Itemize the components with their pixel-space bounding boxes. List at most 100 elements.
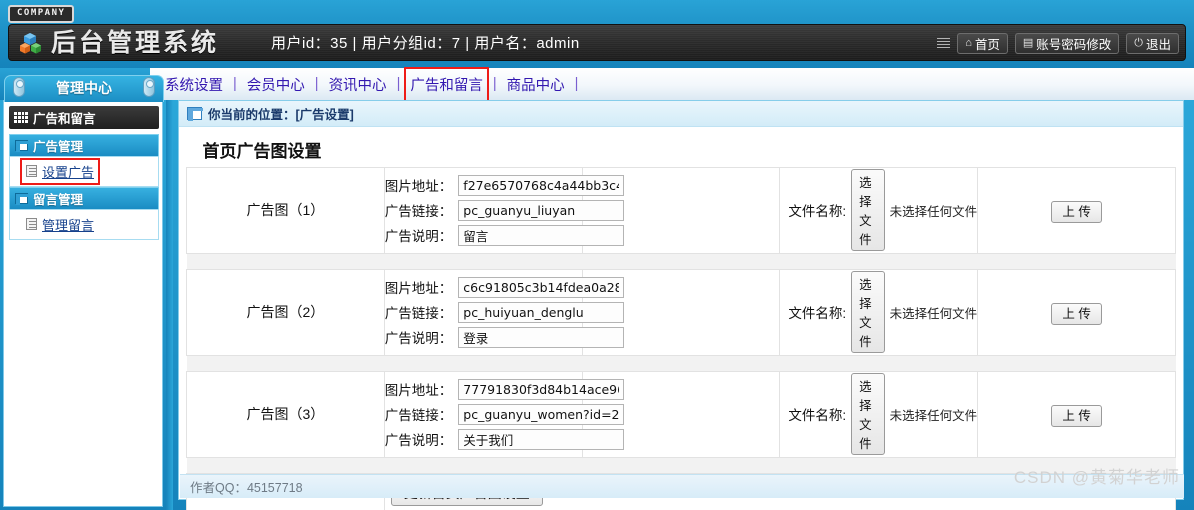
field-label: 广告链接： [384,306,453,321]
nav-items: 系统设置 | 会员中心 | 资讯中心 | 广告和留言 | 商品中心 | [150,66,587,102]
upload-cell: 文件名称: 选择文件 未选择任何文件 [779,370,979,458]
ad-row-label: 广告图（1） [186,166,385,254]
ad-desc-input[interactable] [458,224,625,246]
main-nav: 系统设置 | 会员中心 | 资讯中心 | 广告和留言 | 商品中心 | [0,66,1194,102]
home-icon: ⌂ [965,37,972,49]
ad-fields-cell: 图片地址： 广告链接： 广告说明： [383,268,625,356]
footer-text: 作者QQ：45157718 [190,481,303,495]
change-password-button[interactable]: ▤ 账号密码修改 [1014,33,1120,54]
window-icon [15,193,29,205]
nav-item-product-center[interactable]: 商品中心 [506,72,566,97]
ad-desc-input[interactable] [458,326,625,348]
filename-label: 文件名称: [788,204,847,219]
vertical-divider [166,100,173,510]
ad-link-input[interactable] [458,403,625,425]
page-title: 首页广告图设置 [202,142,322,162]
ad-desc-input[interactable] [458,428,625,450]
image-path-input[interactable] [458,276,625,298]
field-label: 广告链接： [384,204,453,219]
nav-item-news-center[interactable]: 资讯中心 [328,72,388,97]
filename-label: 文件名称: [788,306,847,321]
choose-file-button[interactable]: 选择文件 [851,271,885,353]
choose-file-button[interactable]: 选择文件 [851,169,885,251]
field-ad-desc: 广告说明： [385,326,625,349]
ad-fields-cell: 图片地址： 广告链接： 广告说明： [383,370,625,458]
field-ad-link: 广告链接： [384,403,625,426]
logout-button-label: 退出 [1145,38,1171,52]
table-row: 广告图（1） 图片地址： 广告链接： 广告说明： [186,166,1176,254]
form-body: 首页广告图设置 广告图（1） 图片地址： 广告链接： [179,127,1183,510]
nav-item-member-center[interactable]: 会员中心 [246,72,306,97]
upload-button-cell: 上 传 [977,268,1176,356]
header-bar: 后台管理系统 用户id：35 | 用户分组id：7 | 用户名：admin ⌂ … [8,24,1186,61]
table-row: 广告图（2） 图片地址： 广告链接： 广告说明： [186,268,1176,356]
nav-separator: | [574,76,579,92]
breadcrumb: 你当前的位置：[广告设置] [179,101,1183,127]
home-button[interactable]: ⌂ 首页 [957,33,1008,54]
ad-link-input[interactable] [458,199,625,221]
window-panel-icon [187,107,203,121]
upload-cell: 文件名称: 选择文件 未选择任何文件 [779,268,979,356]
watermark: CSDN @黄菊华老师 [1013,468,1180,487]
field-label: 图片地址： [384,179,453,194]
field-ad-desc: 广告说明： [385,428,625,451]
upload-button-cell: 上 传 [977,370,1176,458]
upload-button[interactable]: 上 传 [1051,302,1102,325]
sidebar-item-manage-messages[interactable]: 管理留言 [10,214,158,234]
choose-file-button[interactable]: 选择文件 [851,373,885,455]
sidebar-item-set-ads[interactable]: 设置广告 [10,157,158,185]
ad-fields-cell: 图片地址： 广告链接： 广告说明： [383,166,625,254]
sidebar-title: 管理中心 [56,80,112,96]
sidebar-group-header-message-management[interactable]: 留言管理 [9,187,159,209]
field-image-path: 图片地址： [384,276,625,299]
logout-button[interactable]: ⏻ 退出 [1126,33,1179,54]
upload-button[interactable]: 上 传 [1051,404,1102,427]
home-button-label: 首页 [974,38,1000,52]
field-image-path: 图片地址： [384,174,625,197]
upload-button-cell: 上 传 [977,166,1176,254]
grid-dots-icon [14,112,28,123]
image-path-input[interactable] [458,378,625,400]
sidebar: 管理中心 广告和留言 广告管理 设置广告 留言管理 管理留言 [0,75,166,510]
nav-item-ads-and-messages[interactable]: 广告和留言 [404,66,489,102]
sidebar-group-body-ad-management: 设置广告 [9,156,159,187]
sidebar-section-label: 广告和留言 [33,112,96,126]
field-ad-desc: 广告说明： [385,224,625,247]
document-icon: ▤ [1022,37,1034,49]
sidebar-item-label[interactable]: 设置广告 [42,162,94,181]
field-ad-link: 广告链接： [384,301,625,324]
table-row: 广告图（3） 图片地址： 广告链接： 广告说明： [186,370,1176,458]
field-label: 图片地址： [384,281,453,296]
image-path-input[interactable] [458,174,625,196]
sidebar-group-header-ad-management[interactable]: 广告管理 [9,134,159,156]
nav-separator: | [314,76,319,92]
hamburger-icon[interactable] [937,37,951,50]
app-title: 后台管理系统 [51,29,220,57]
content-area: 你当前的位置：[广告设置] 首页广告图设置 广告图（1） 图片地址： f27e6… [173,100,1194,510]
row-spacer [186,252,1176,270]
field-image-path: 图片地址： [385,378,625,401]
sidebar-item-label[interactable]: 管理留言 [42,215,94,234]
nav-item-system-settings[interactable]: 系统设置 [164,72,224,97]
no-file-text: 未选择任何文件 [889,306,978,321]
row-spacer [186,354,1176,372]
field-ad-link: 广告链接： [384,199,625,222]
window-icon [15,140,29,152]
upload-button[interactable]: 上 传 [1051,200,1102,223]
filename-label: 文件名称: [788,408,847,423]
admin-page-root: COMPANY 后台管理系统 用户id：35 | 用户分组id：7 | 用户名：… [0,0,1194,510]
no-file-text: 未选择任何文件 [889,408,978,423]
field-label: 广告链接： [384,408,453,423]
ad-row-label: 广告图（3） [186,370,385,458]
sidebar-group-body-message-management: 管理留言 [9,209,159,240]
sidebar-group-label: 广告管理 [33,140,84,154]
cubes-logo-icon [19,32,45,56]
change-password-label: 账号密码修改 [1036,38,1112,52]
nav-separator: | [396,76,401,92]
sidebar-section-ads-and-messages[interactable]: 广告和留言 [9,106,159,129]
nav-separator: | [492,76,497,92]
company-tag: COMPANY [8,5,75,23]
sidebar-header: 管理中心 [4,75,164,102]
ad-link-input[interactable] [458,301,625,323]
upload-cell: 文件名称: 选择文件 未选择任何文件 [779,166,979,254]
